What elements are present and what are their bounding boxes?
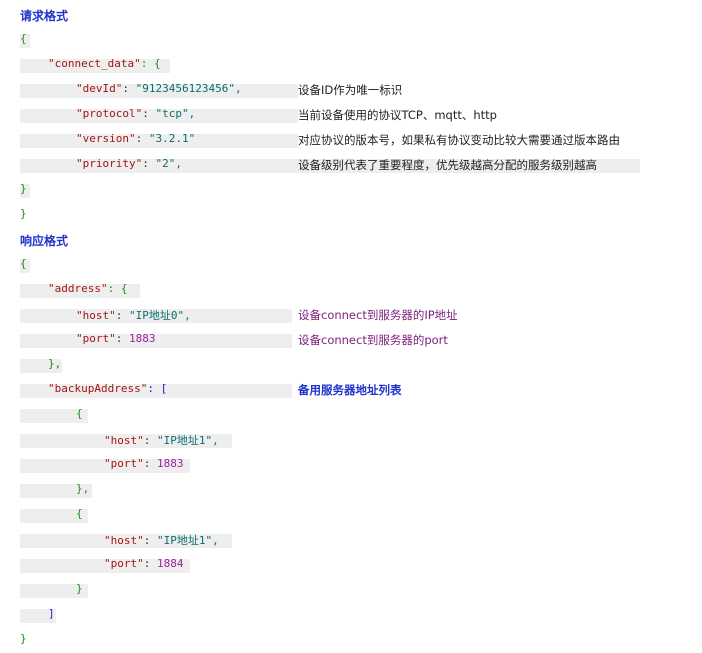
backup-address-comment: 备用服务器地址列表 [298, 383, 402, 397]
field-key: "priority" [76, 157, 143, 170]
address-port: "port": 1883 [76, 332, 156, 345]
backup-address-key: "backupAddress" [48, 382, 148, 395]
response-format-heading: 响应格式 [20, 234, 69, 248]
field-key: "host" [104, 534, 144, 547]
code-band [20, 334, 292, 348]
field-key: "host" [76, 309, 116, 322]
field-key: "port" [104, 457, 144, 470]
backup-entry-close: }, [76, 482, 90, 495]
backup-entry-open: { [76, 407, 83, 420]
field-value: "3.2.1" [148, 132, 196, 145]
address-key: "address" [48, 282, 108, 295]
field-key: "version" [76, 132, 136, 145]
connect-data-open: : { [140, 57, 161, 70]
field-value: 1883 [129, 332, 156, 345]
connect-data-close: } [20, 182, 27, 195]
field-value: "9123456123456", [135, 82, 242, 95]
response-close-brace: } [20, 632, 27, 645]
field-key: "protocol" [76, 107, 143, 120]
field-value: 1884 [157, 557, 184, 570]
field-protocol: "protocol": "tcp", [76, 107, 196, 120]
field-value: 1883 [157, 457, 184, 470]
backup-entry-port: "port": 1883 [104, 457, 184, 470]
address-host: "host": "IP地址0", [76, 309, 191, 322]
request-close-brace: } [20, 207, 27, 220]
field-version: "version": "3.2.1" [76, 132, 196, 145]
response-open-brace: { [20, 257, 27, 270]
address-port-comment: 设备connect到服务器的port [298, 333, 448, 347]
backup-entry-host: "host": "IP地址1", [104, 434, 219, 447]
field-value: "2", [155, 157, 182, 170]
field-value: "IP地址1", [157, 434, 219, 447]
backup-entry-port: "port": 1884 [104, 557, 184, 570]
backup-entry-host: "host": "IP地址1", [104, 534, 219, 547]
connect-data-line: "connect_data": { [48, 57, 161, 70]
backup-entry-open: { [76, 507, 83, 520]
request-format-heading: 请求格式 [20, 9, 69, 23]
field-value: "IP地址1", [157, 534, 219, 547]
request-open-brace: { [20, 32, 27, 45]
field-comment: 对应协议的版本号，如果私有协议变动比较大需要通过版本路由 [298, 133, 620, 147]
address-close: }, [48, 357, 62, 370]
field-key: "devId" [76, 82, 123, 95]
field-comment: 设备ID作为唯一标识 [298, 83, 403, 97]
address-line: "address": { [48, 282, 127, 295]
field-comment: 设备级别代表了重要程度，优先级越高分配的服务级别越高 [298, 158, 597, 172]
field-key: "port" [76, 332, 116, 345]
backup-entry-close: } [76, 582, 83, 595]
field-priority: "priority": "2", [76, 157, 182, 170]
backup-address-close: ] [48, 607, 55, 620]
field-key: "port" [104, 557, 144, 570]
address-open: : { [107, 282, 128, 295]
backup-address-line: "backupAddress": [ [48, 382, 167, 395]
field-value: "IP地址0", [129, 309, 191, 322]
address-host-comment: 设备connect到服务器的IP地址 [298, 308, 458, 322]
field-value: "tcp", [155, 107, 196, 120]
backup-address-open: : [ [147, 382, 168, 395]
field-devid: "devId": "9123456123456", [76, 82, 242, 95]
field-key: "host" [104, 434, 144, 447]
field-comment: 当前设备使用的协议TCP、mqtt、http [298, 108, 497, 122]
connect-data-key: "connect_data" [48, 57, 141, 70]
